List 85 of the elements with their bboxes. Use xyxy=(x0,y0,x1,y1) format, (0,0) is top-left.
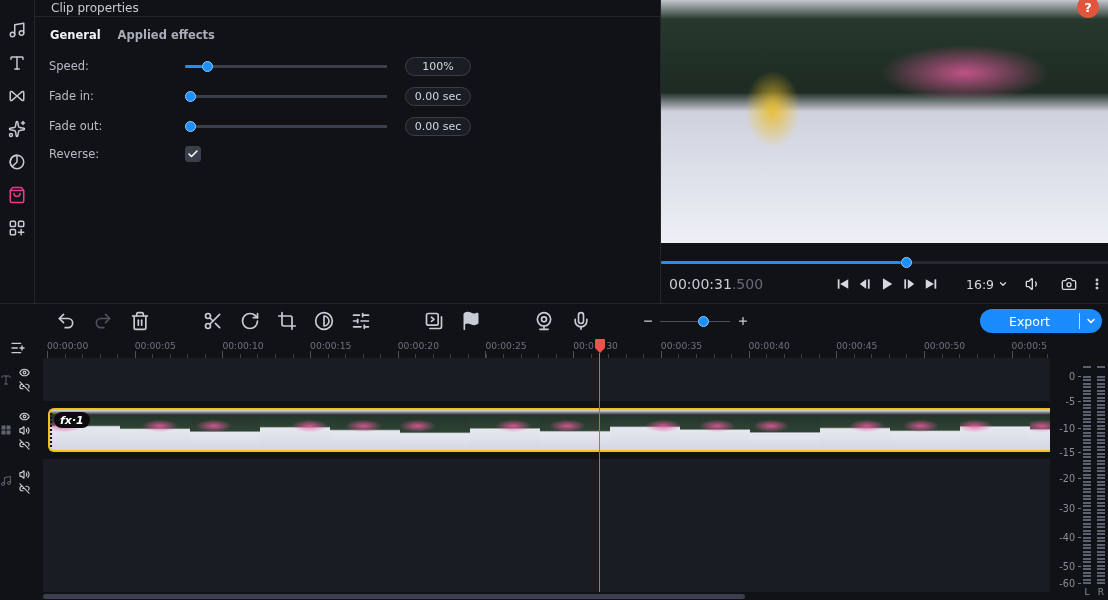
ruler-time-label: 00:00:5 xyxy=(1011,340,1047,352)
tab[interactable]: Applied effects xyxy=(117,27,215,43)
list-plus-icon[interactable] xyxy=(10,340,26,356)
field-label: Fade out: xyxy=(49,119,104,133)
sparkles-icon[interactable] xyxy=(8,120,26,138)
ruler-time-label: 00:00:35 xyxy=(660,340,703,352)
value-field[interactable]: 0.00 sec xyxy=(405,86,471,106)
sliders-icon[interactable] xyxy=(351,311,371,331)
unlink-icon[interactable] xyxy=(19,438,30,450)
meter-channel-label: L xyxy=(1084,587,1090,598)
meter-channel-label: R xyxy=(1097,587,1105,598)
aspect-ratio-dropdown[interactable]: 16:9 xyxy=(961,274,1014,294)
playhead-handle[interactable] xyxy=(594,339,605,353)
checkmark-icon xyxy=(187,148,199,160)
undo-icon[interactable] xyxy=(56,311,76,331)
camera-icon[interactable] xyxy=(1061,276,1078,292)
meter-scale-label: -5 xyxy=(1065,395,1075,407)
eye-icon[interactable] xyxy=(19,367,30,378)
field-label: Reverse: xyxy=(49,147,101,161)
meter-scale-label: -15 xyxy=(1059,446,1075,458)
squares-icon xyxy=(0,424,12,436)
meter-scale-label: -50 xyxy=(1059,560,1075,572)
unlink-icon[interactable] xyxy=(19,381,30,392)
ruler-time-label: 00:00:45 xyxy=(836,340,878,352)
ruler-time-label: 00:00:15 xyxy=(310,340,352,352)
ruler-time-label: 00:00:25 xyxy=(485,340,527,352)
contrast-icon[interactable] xyxy=(314,311,334,331)
meter-scale-label: -10 xyxy=(1059,422,1075,434)
rotate-icon[interactable] xyxy=(240,311,260,331)
progress-thumb[interactable] xyxy=(900,257,912,268)
unlink-icon[interactable] xyxy=(19,483,30,494)
play-icon[interactable] xyxy=(880,277,894,291)
trim-handle[interactable] xyxy=(50,413,52,447)
skip-to-end-icon[interactable] xyxy=(924,277,938,291)
ruler-time-label: 30 xyxy=(606,340,618,352)
meter-scale-label: -20 xyxy=(1059,472,1075,484)
speaker-icon[interactable] xyxy=(19,469,30,480)
microphone-icon[interactable] xyxy=(571,311,591,331)
stacked-squares-icon[interactable] xyxy=(424,311,444,331)
music-note-icon xyxy=(0,475,12,487)
ruler-time-label: 00:0 xyxy=(573,340,594,352)
step-back-icon[interactable] xyxy=(858,277,872,291)
trash-icon[interactable] xyxy=(130,311,150,331)
meter-scale-label: 0 xyxy=(1068,370,1075,382)
slider-thumb[interactable] xyxy=(202,60,214,72)
meter-scale-label: -40 xyxy=(1059,531,1075,543)
video-clip[interactable]: fx·1 xyxy=(48,408,1050,452)
ruler-time-label: 00:00:50 xyxy=(923,340,966,352)
panel-title: Clip properties xyxy=(51,1,139,15)
scissors-icon[interactable] xyxy=(203,311,223,331)
value-field[interactable]: 0.00 sec xyxy=(405,116,471,136)
crop-icon[interactable] xyxy=(277,311,297,331)
help-button[interactable]: ? xyxy=(1077,0,1099,18)
horizontal-scrollbar[interactable] xyxy=(43,594,745,599)
ruler-time-label: 00:00:20 xyxy=(397,340,439,352)
text-icon xyxy=(0,373,12,386)
grid-plus-icon[interactable] xyxy=(8,219,26,237)
pie-icon[interactable] xyxy=(8,153,26,171)
flag-icon[interactable] xyxy=(461,311,481,331)
checkbox[interactable] xyxy=(185,146,201,162)
timecode: 00:00:31.500 xyxy=(669,276,765,292)
step-forward-icon[interactable] xyxy=(902,277,916,291)
webcam-icon[interactable] xyxy=(534,311,554,331)
value-field[interactable]: 100% xyxy=(405,56,471,76)
meter-scale-label: -30 xyxy=(1059,502,1075,514)
ruler-time-label: 00:00:10 xyxy=(222,340,264,352)
effects-badge: fx·1 xyxy=(54,412,90,428)
eye-icon[interactable] xyxy=(19,410,30,422)
plus-icon[interactable] xyxy=(737,315,749,327)
chevron-down-icon xyxy=(998,279,1009,289)
skip-to-start-icon[interactable] xyxy=(836,277,850,291)
ruler-time-label: 00:00:05 xyxy=(134,340,176,352)
slider-thumb[interactable] xyxy=(185,120,196,132)
slider-thumb[interactable] xyxy=(185,90,196,102)
field-label: Fade in: xyxy=(49,89,95,103)
ruler-time-label: 00:00:00 xyxy=(47,340,89,352)
shopping-bag-icon[interactable] xyxy=(8,186,26,204)
music-note-icon[interactable] xyxy=(8,21,26,39)
meter-scale-label: -60 xyxy=(1059,577,1075,589)
zoom-slider-thumb[interactable] xyxy=(697,315,709,327)
field-label: Speed: xyxy=(49,59,90,73)
ruler-time-label: 00:00:40 xyxy=(748,340,790,352)
speaker-icon[interactable] xyxy=(19,424,30,436)
text-icon[interactable] xyxy=(8,54,26,72)
tab[interactable]: General xyxy=(50,27,101,43)
